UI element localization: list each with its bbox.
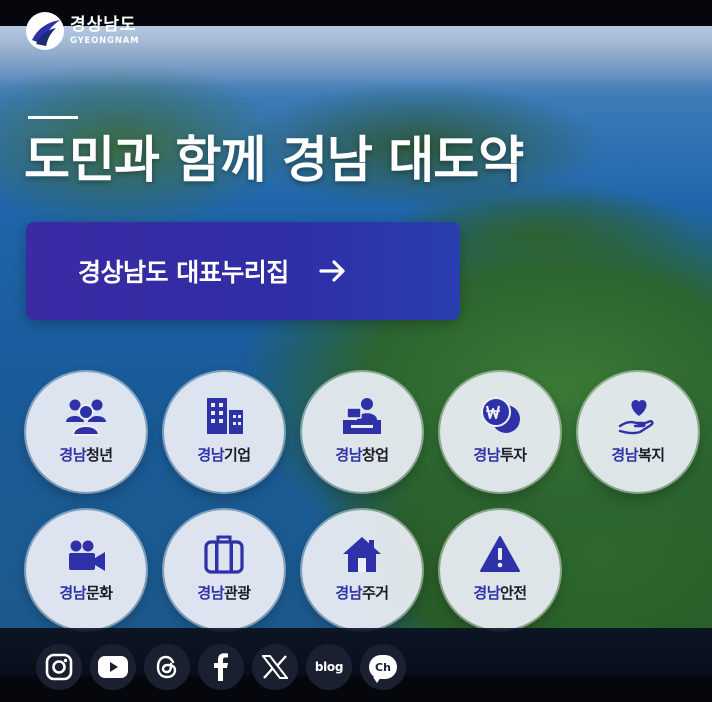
facebook-link[interactable] [198, 644, 244, 690]
menu-label-prefix: 경남 [197, 446, 224, 464]
threads-link[interactable] [144, 644, 190, 690]
menu-housing[interactable]: 경남주거 [302, 510, 422, 630]
people-icon [66, 399, 106, 436]
menu-label-startup: 창업 [362, 446, 389, 464]
suitcase-icon [204, 535, 244, 574]
facebook-icon [214, 653, 228, 681]
menu-culture[interactable]: 경남문화 [26, 510, 146, 630]
heart-hand-icon [618, 400, 654, 435]
menu-tourism[interactable]: 경남관광 [164, 510, 284, 630]
youtube-link[interactable] [90, 644, 136, 690]
instagram-icon [45, 653, 73, 681]
menu-label-prefix: 경남 [335, 446, 362, 464]
main-website-button-label: 경상남도 대표누리집 [78, 258, 289, 287]
instagram-link[interactable] [36, 644, 82, 690]
x-link[interactable] [252, 644, 298, 690]
startup-desk-icon [343, 398, 381, 434]
menu-label-prefix: 경남 [611, 446, 638, 464]
menu-startup[interactable]: 경남창업 [302, 372, 422, 492]
warning-icon [480, 536, 520, 572]
menu-business[interactable]: 경남기업 [164, 372, 284, 492]
menu-label-prefix: 경남 [197, 584, 224, 602]
menu-label-prefix: 경남 [59, 584, 86, 602]
menu-label-safety: 안전 [500, 584, 527, 602]
menu-label-prefix: 경남 [473, 584, 500, 602]
house-icon [343, 537, 381, 572]
x-icon [262, 655, 288, 679]
menu-label-prefix: 경남 [335, 584, 362, 602]
logo-name-korean: 경상남도 [70, 14, 137, 35]
blog-icon: blog [314, 660, 344, 674]
blog-link[interactable]: blog [306, 644, 352, 690]
menu-label-welfare: 복지 [638, 446, 665, 464]
gyeongnam-emblem-icon [26, 12, 64, 50]
menu-safety[interactable]: 경남안전 [440, 510, 560, 630]
menu-label-prefix: 경남 [59, 446, 86, 464]
channel-icon: Ch [369, 655, 397, 683]
menu-label-investment: 투자 [500, 446, 527, 464]
menu-label-business: 기업 [224, 446, 251, 464]
hero-headline: 도민과 함께 경남 대도약 [24, 131, 524, 189]
youtube-icon [98, 656, 128, 678]
menu-youth[interactable]: 경남청년 [26, 372, 146, 492]
channel-link[interactable]: Ch [360, 644, 406, 690]
threads-icon [156, 655, 177, 679]
gyeongnam-logo[interactable]: 경상남도 GYEONGNAM [26, 12, 139, 50]
logo-name-english: GYEONGNAM [70, 35, 140, 46]
video-camera-icon [69, 540, 105, 571]
menu-label-culture: 문화 [86, 584, 113, 602]
headline-accent-line [28, 116, 78, 119]
menu-label-housing: 주거 [362, 584, 389, 602]
channel-icon-text: Ch [375, 660, 391, 674]
main-website-button[interactable]: 경상남도 대표누리집 [26, 222, 460, 320]
menu-label-prefix: 경남 [473, 446, 500, 464]
menu-investment[interactable]: 경남투자 [440, 372, 560, 492]
menu-label-tourism: 관광 [224, 584, 251, 602]
arrow-right-icon [319, 260, 345, 282]
building-icon [207, 398, 243, 434]
menu-welfare[interactable]: 경남복지 [578, 372, 698, 492]
coin-won-icon [481, 397, 520, 433]
menu-label-youth: 청년 [86, 446, 113, 464]
